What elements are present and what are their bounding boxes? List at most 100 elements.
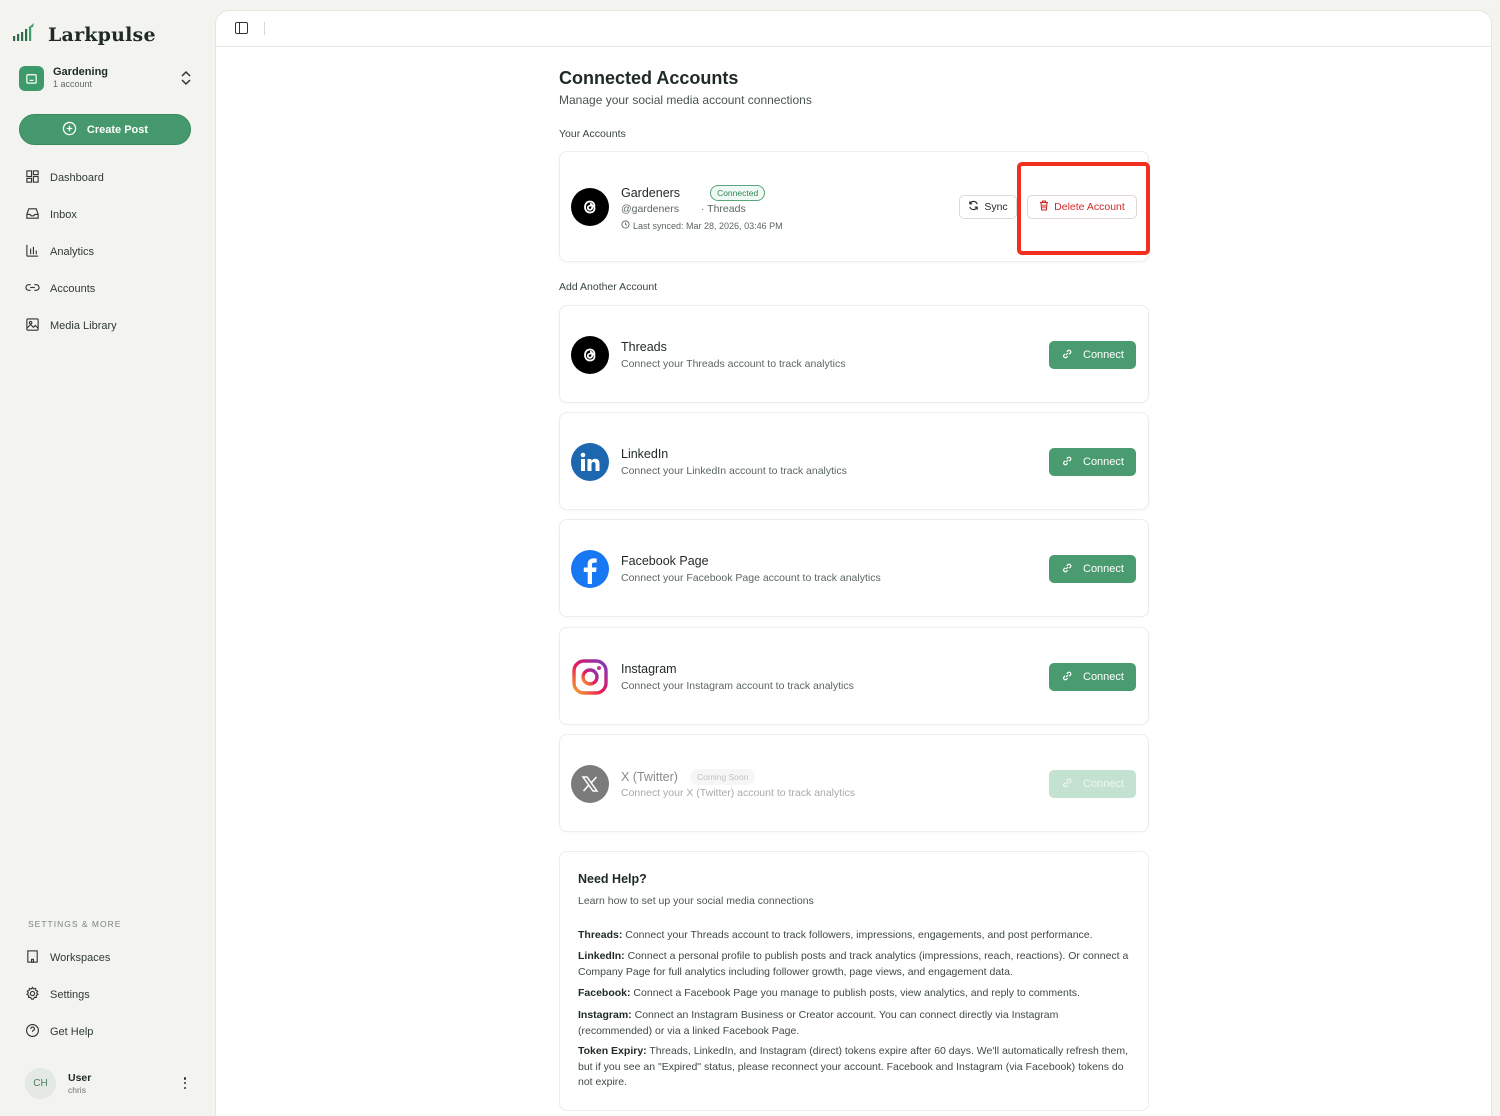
user-menu[interactable]: CH User chris [25,1067,190,1099]
connect-threads-button[interactable]: Connect [1049,341,1136,369]
instagram-logo-icon [571,658,609,696]
platform-desc: Connect your Threads account to track an… [621,358,846,370]
page-subtitle: Manage your social media account connect… [559,93,812,107]
workspace-count: 1 account [53,79,93,89]
linkedin-logo-icon [571,443,609,481]
connect-facebook-button[interactable]: Connect [1049,555,1136,583]
sidebar-item-accounts[interactable]: Accounts [25,278,95,300]
inbox-icon [25,206,40,224]
last-synced: Last synced: Mar 28, 2026, 03:46 PM [633,220,783,231]
sidebar-item-label: Analytics [50,246,95,258]
plus-circle-icon [62,121,77,139]
platform-card-instagram: Instagram Connect your Instagram account… [559,627,1149,725]
threads-logo-icon [571,336,609,374]
sidebar-item-label: Media Library [50,320,117,332]
sidebar: Larkpulse Gardening 1 account Create Pos… [0,0,215,1116]
logo-bars-icon [12,22,38,47]
create-post-button[interactable]: Create Post [19,114,191,145]
help-item-threads: Threads: Connect your Threads account to… [578,929,1093,941]
gear-icon [25,986,40,1004]
status-badge: Connected [710,185,766,201]
sidebar-item-workspaces[interactable]: Workspaces [25,947,110,969]
platform-desc: Connect your LinkedIn account to track a… [621,465,847,477]
platform-card-facebook: Facebook Page Connect your Facebook Page… [559,519,1149,617]
account-platform: · Threads [700,203,746,215]
platform-name: Threads [621,340,667,354]
trash-icon [1039,200,1049,214]
sidebar-item-label: Dashboard [50,172,104,184]
building-icon [25,949,40,967]
add-account-label: Add Another Account [559,281,658,293]
help-item-linkedin: LinkedIn: Connect a personal profile to … [578,950,1129,978]
platform-card-threads: Threads Connect your Threads account to … [559,305,1149,403]
sidebar-item-inbox[interactable]: Inbox [25,204,77,226]
help-title: Need Help? [578,872,647,886]
workspace-name: Gardening [53,66,109,78]
grid-icon [25,169,40,187]
sidebar-item-analytics[interactable]: Analytics [25,241,94,263]
platform-desc: Connect your Instagram account to track … [621,680,854,692]
connect-label: Connect [1083,778,1124,790]
user-handle: chris [68,1084,86,1095]
create-post-label: Create Post [86,123,149,136]
settings-heading: SETTINGS & MORE [28,919,122,929]
more-vertical-icon[interactable] [180,1075,190,1091]
delete-account-button[interactable]: Delete Account [1027,195,1137,219]
divider [264,22,265,35]
sidebar-item-label: Accounts [50,283,96,295]
connect-label: Connect [1083,671,1124,683]
platform-card-linkedin: LinkedIn Connect your LinkedIn account t… [559,412,1149,510]
brand[interactable]: Larkpulse [12,22,156,47]
main-panel: Connected Accounts Manage your social me… [215,10,1492,1116]
coming-soon-badge: Coming Soon [689,769,756,785]
image-icon [25,317,40,335]
help-card: Need Help? Learn how to set up your soci… [559,851,1149,1111]
connect-instagram-button[interactable]: Connect [1049,663,1136,691]
sidebar-toggle-icon[interactable] [235,22,248,34]
help-item-token-expiry: Token Expiry: Threads, LinkedIn, and Ins… [578,1045,1129,1088]
sidebar-item-label: Get Help [50,1026,94,1038]
sidebar-item-label: Settings [50,989,90,1001]
sync-label: Sync [984,201,1008,213]
bar-chart-icon [25,243,40,261]
platform-name: Facebook Page [621,554,709,568]
help-subtitle: Learn how to set up your social media co… [578,895,814,907]
link-icon [1061,670,1073,685]
user-name: User [68,1071,92,1084]
account-handle: @gardeners [621,203,679,215]
account-name: Gardeners [621,186,681,200]
sidebar-item-label: Inbox [50,209,77,221]
help-item-instagram: Instagram: Connect an Instagram Business… [578,1009,1059,1037]
page-title: Connected Accounts [559,68,739,88]
sync-button[interactable]: Sync [959,195,1017,219]
link-icon [1061,455,1073,470]
help-item-facebook: Facebook: Connect a Facebook Page you ma… [578,987,1080,999]
sidebar-item-get-help[interactable]: Get Help [25,1021,93,1043]
platform-name: Instagram [621,662,677,676]
link-icon [25,280,40,298]
workspace-switcher[interactable]: Gardening 1 account [19,62,194,94]
clock-icon [621,220,630,231]
platform-name: X (Twitter) [621,770,678,784]
facebook-logo-icon [571,550,609,588]
help-circle-icon [25,1023,40,1041]
sidebar-item-label: Workspaces [50,952,111,964]
top-bar [216,11,1491,47]
chevron-updown-icon [180,69,194,87]
connect-label: Connect [1083,349,1124,361]
sidebar-item-dashboard[interactable]: Dashboard [25,167,104,189]
link-icon [1061,777,1073,792]
connect-linkedin-button[interactable]: Connect [1049,448,1136,476]
link-icon [1061,562,1073,577]
connect-label: Connect [1083,456,1124,468]
delete-account-label: Delete Account [1054,201,1125,213]
sidebar-item-settings[interactable]: Settings [25,984,90,1006]
sidebar-item-media-library[interactable]: Media Library [25,315,117,337]
x-logo-icon [571,765,609,803]
connected-account-card: Gardeners Connected @gardeners · Threads… [559,151,1150,262]
platform-desc: Connect your X (Twitter) account to trac… [621,787,856,799]
refresh-icon [968,200,979,214]
platform-desc: Connect your Facebook Page account to tr… [621,572,881,584]
platform-card-x: X (Twitter) Coming Soon Connect your X (… [559,734,1149,832]
connect-x-button[interactable]: Connect [1049,770,1136,798]
